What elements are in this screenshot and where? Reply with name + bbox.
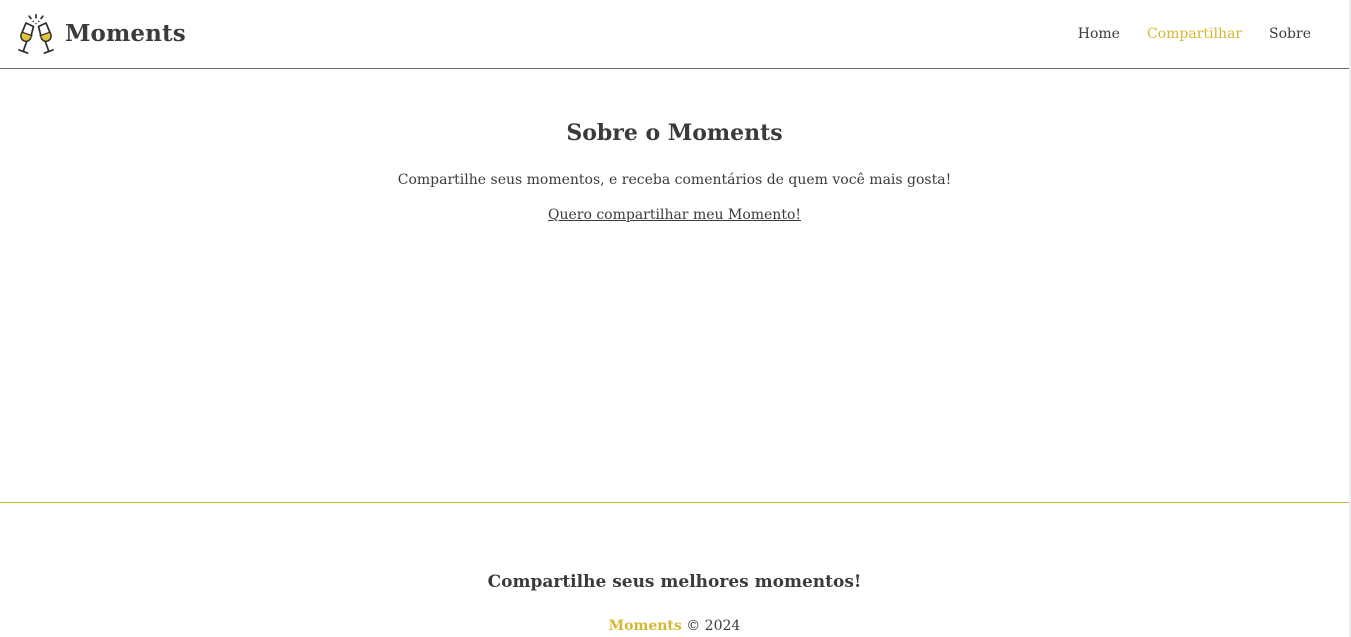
footer-copyright: Moments © 2024 bbox=[0, 616, 1349, 636]
nav-link-sobre[interactable]: Sobre bbox=[1269, 24, 1311, 44]
main-navigation: Home Compartilhar Sobre bbox=[1051, 0, 1311, 68]
footer: Compartilhe seus melhores momentos! Mome… bbox=[0, 502, 1349, 637]
footer-title: Compartilhe seus melhores momentos! bbox=[487, 572, 862, 592]
page: Moments Home Compartilhar Sobre Sobre o … bbox=[0, 0, 1351, 637]
champagne-toast-icon bbox=[16, 13, 56, 55]
copyright-text: © 2024 bbox=[686, 618, 741, 634]
brand-link[interactable]: Moments bbox=[16, 12, 186, 56]
page-title: Sobre o Moments bbox=[566, 120, 783, 146]
footer-brand: Moments bbox=[608, 618, 682, 634]
about-link-container: Quero compartilhar meu Momento! bbox=[0, 205, 1349, 225]
brand-name: Moments bbox=[65, 20, 186, 47]
about-description: Compartilhe seus momentos, e receba come… bbox=[397, 172, 952, 188]
navbar: Moments Home Compartilhar Sobre bbox=[0, 0, 1349, 69]
nav-link-home[interactable]: Home bbox=[1078, 24, 1120, 44]
about-section: Sobre o Moments Compartilhe seus momento… bbox=[0, 70, 1349, 502]
nav-link-compartilhar[interactable]: Compartilhar bbox=[1147, 24, 1242, 44]
share-moment-link[interactable]: Quero compartilhar meu Momento! bbox=[548, 207, 801, 223]
